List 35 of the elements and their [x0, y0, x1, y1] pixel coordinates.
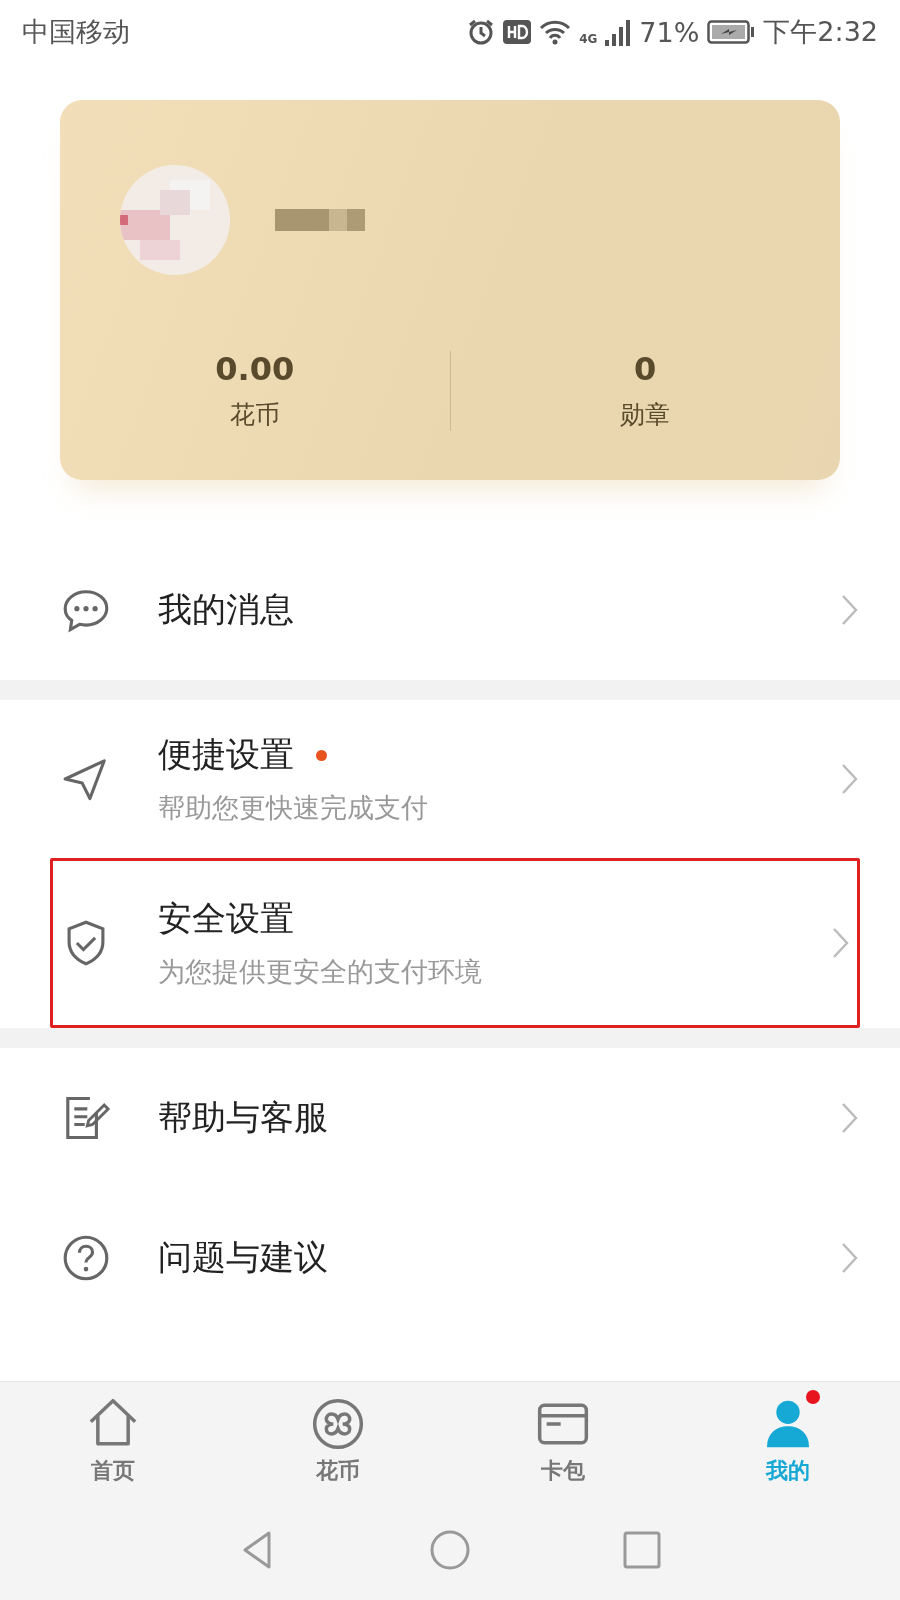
menu-item-title: 问题与建议 [158, 1236, 328, 1279]
network-type: 4G [579, 32, 598, 46]
stat-label: 勋章 [620, 399, 671, 431]
chevron-right-icon [840, 1241, 860, 1275]
battery-percentage: 71% [639, 16, 700, 48]
tab[interactable]: 卡包 [450, 1382, 675, 1500]
menu-item[interactable]: 问题与建议 [0, 1188, 900, 1328]
menu-item-title: 我的消息 [158, 588, 294, 631]
tab[interactable]: 首页 [0, 1382, 225, 1500]
chevron-right-icon [831, 926, 851, 960]
clock-time: 下午2:32 [763, 15, 878, 49]
recent-apps-icon[interactable] [621, 1529, 663, 1571]
stat-value: 0.00 [215, 350, 295, 388]
alarm-clock-icon [467, 18, 496, 46]
menu-item-title: 安全设置 [158, 897, 294, 940]
menu-item-subtitle: 为您提供更安全的支付环境 [158, 955, 483, 989]
menu-item[interactable]: 我的消息 [0, 540, 900, 680]
menu-item[interactable]: 安全设置 为您提供更安全的支付环境 [53, 861, 857, 1025]
chevron-right-icon [840, 1101, 860, 1135]
menu-item-title: 便捷设置 [158, 733, 294, 776]
menu-item-title: 帮助与客服 [158, 1096, 328, 1139]
menu-item-subtitle: 帮助您更快速完成支付 [158, 791, 429, 825]
hd-icon [503, 20, 532, 44]
battery-icon [707, 20, 756, 44]
stat-value: 0 [634, 350, 657, 388]
tab[interactable]: 花币 [225, 1382, 450, 1500]
menu-item[interactable]: 便捷设置 帮助您更快速完成支付 [0, 700, 900, 858]
carrier-name: 中国移动 [22, 15, 130, 49]
stat-label: 花币 [229, 399, 280, 431]
menu-item[interactable]: 帮助与客服 [0, 1048, 900, 1188]
chevron-right-icon [840, 762, 860, 796]
signal-icon [605, 18, 632, 46]
wifi-icon [539, 19, 572, 45]
home-button-icon[interactable] [429, 1529, 471, 1571]
chevron-right-icon [840, 593, 860, 627]
